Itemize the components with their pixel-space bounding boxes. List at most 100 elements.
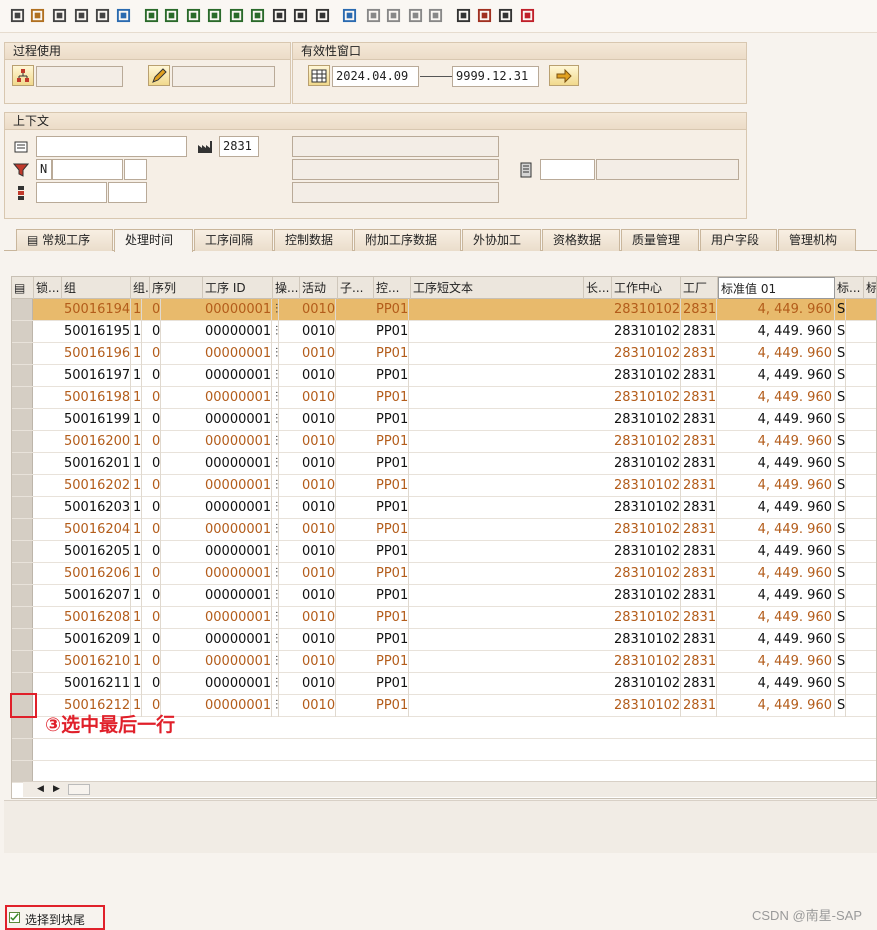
row-selector[interactable] [12,673,33,694]
table-row[interactable]: 50016198 1 0 00000001 ⫶ 0010 PP01 28310102 2831 4… [12,387,876,409]
row-selector[interactable] [12,585,33,606]
filter-icon[interactable] [272,8,287,23]
flag-field[interactable]: N [36,159,52,180]
table-row[interactable]: 50016194 1 0 00000001 ⫶ 0010 PP01 28310102 2831 4… [12,299,876,321]
column-header[interactable]: 工序短文本 [411,277,584,299]
row-selector[interactable] [12,563,33,584]
valid-to-field[interactable]: 9999.12.31 [452,66,539,87]
tab-10[interactable]: 管理机构 [778,229,856,251]
column-header[interactable]: 组.. [131,277,150,299]
filter2-icon[interactable] [293,8,308,23]
row-selector[interactable] [12,629,33,650]
tab-6[interactable]: 外协加工 [462,229,541,251]
copy-icon[interactable] [74,8,89,23]
column-header[interactable]: 控... [374,277,411,299]
column-header[interactable]: 标 [864,277,876,299]
last-icon[interactable] [428,8,443,23]
column-header[interactable]: 操... [273,277,300,299]
glasses-icon[interactable] [52,8,67,23]
tab-9[interactable]: 用户字段 [700,229,777,251]
tab-2[interactable]: 处理时间 [114,229,193,252]
scroll-thumb[interactable] [68,784,90,795]
column-header[interactable]: 活动 [300,277,338,299]
column-header[interactable]: 工厂 [681,277,718,299]
delete-icon[interactable] [95,8,110,23]
row-selector[interactable] [12,431,33,452]
process-button-2[interactable] [148,65,170,86]
column-header[interactable]: 工序 ID [203,277,273,299]
context-object-field[interactable] [36,136,187,157]
print-icon[interactable] [477,8,492,23]
row-selector[interactable] [12,299,33,320]
table-row[interactable] [12,739,876,761]
table-row[interactable]: 50016197 1 0 00000001 ⫶ 0010 PP01 28310102 2831 4… [12,365,876,387]
table-row[interactable]: 50016207 1 0 00000001 ⫶ 0010 PP01 28310102 2831 4… [12,585,876,607]
table-row[interactable]: 50016204 1 0 00000001 ⫶ 0010 PP01 28310102 2831 4… [12,519,876,541]
select-to-end-checkbox[interactable] [9,912,20,923]
row-selector[interactable] [12,475,33,496]
validity-execute-button[interactable] [549,65,579,86]
row-selector[interactable] [12,717,33,738]
table-row[interactable]: 50016203 1 0 00000001 ⫶ 0010 PP01 28310102 2831 4… [12,497,876,519]
tab-8[interactable]: 质量管理 [621,229,699,251]
prev-icon[interactable] [386,8,401,23]
find-icon[interactable] [116,8,131,23]
table-row[interactable]: 50016211 1 0 00000001 ⫶ 0010 PP01 28310102 2831 4… [12,673,876,695]
table-settings-icon[interactable]: ▤ [12,277,34,299]
layout6-icon[interactable] [250,8,265,23]
horizontal-scrollbar[interactable]: ◀ ▶ [23,781,876,797]
context-field-5[interactable] [36,182,107,203]
table-row[interactable]: 50016196 1 0 00000001 ⫶ 0010 PP01 28310102 2831 4… [12,343,876,365]
export-icon[interactable] [498,8,513,23]
layout3-icon[interactable] [186,8,201,23]
column-header[interactable]: 组 [62,277,131,299]
row-selector[interactable] [12,739,33,760]
new-icon[interactable] [10,8,25,23]
row-selector[interactable] [12,607,33,628]
column-header[interactable]: 锁... [34,277,62,299]
scroll-left-icon[interactable]: ◀ [37,784,44,794]
tab-1[interactable]: ▤ 常规工序 [16,229,113,251]
context-field-2[interactable] [52,159,123,180]
table-row[interactable]: 50016208 1 0 00000001 ⫶ 0010 PP01 28310102 2831 4… [12,607,876,629]
scroll-right-icon[interactable]: ▶ [53,784,60,794]
table-row[interactable]: 50016195 1 0 00000001 ⫶ 0010 PP01 28310102 2831 4… [12,321,876,343]
row-selector[interactable] [12,343,33,364]
find2-icon[interactable] [342,8,357,23]
layout5-icon[interactable] [229,8,244,23]
select-to-end-label[interactable]: 选择到块尾 [25,911,85,928]
help-icon[interactable] [520,8,535,23]
tab-5[interactable]: 附加工序数据 [354,229,461,251]
row-selector[interactable] [12,651,33,672]
table-row[interactable]: 50016200 1 0 00000001 ⫶ 0010 PP01 28310102 2831 4… [12,431,876,453]
tab-7[interactable]: 资格数据 [542,229,620,251]
context-field-6[interactable] [108,182,147,203]
table-row[interactable]: 50016202 1 0 00000001 ⫶ 0010 PP01 28310102 2831 4… [12,475,876,497]
tab-3[interactable]: 工序间隔 [194,229,273,251]
hierarchy-icon[interactable] [456,8,471,23]
row-selector[interactable] [12,409,33,430]
layout2-icon[interactable] [164,8,179,23]
column-header[interactable]: 长... [584,277,612,299]
row-selector[interactable] [12,453,33,474]
table-row[interactable] [12,761,876,783]
edit-icon[interactable] [30,8,45,23]
next-icon[interactable] [408,8,423,23]
layout1-icon[interactable] [144,8,159,23]
plant-field[interactable]: 2831 [219,136,259,157]
table-row[interactable]: 50016205 1 0 00000001 ⫶ 0010 PP01 28310102 2831 4… [12,541,876,563]
column-header[interactable]: 工作中心 [612,277,681,299]
row-selector[interactable] [12,497,33,518]
valid-from-field[interactable]: 2024.04.09 [332,66,419,87]
table-row[interactable]: 50016210 1 0 00000001 ⫶ 0010 PP01 28310102 2831 4… [12,651,876,673]
table-row[interactable]: 50016201 1 0 00000001 ⫶ 0010 PP01 28310102 2831 4… [12,453,876,475]
first-icon[interactable] [366,8,381,23]
row-selector[interactable] [12,519,33,540]
tab-4[interactable]: 控制数据 [274,229,353,251]
row-selector[interactable] [12,541,33,562]
columns-icon[interactable] [315,8,330,23]
validity-calendar-button[interactable] [308,65,330,86]
row-selector[interactable] [12,761,33,782]
table-row[interactable]: 50016199 1 0 00000001 ⫶ 0010 PP01 28310102 2831 4… [12,409,876,431]
row-selector[interactable] [12,321,33,342]
